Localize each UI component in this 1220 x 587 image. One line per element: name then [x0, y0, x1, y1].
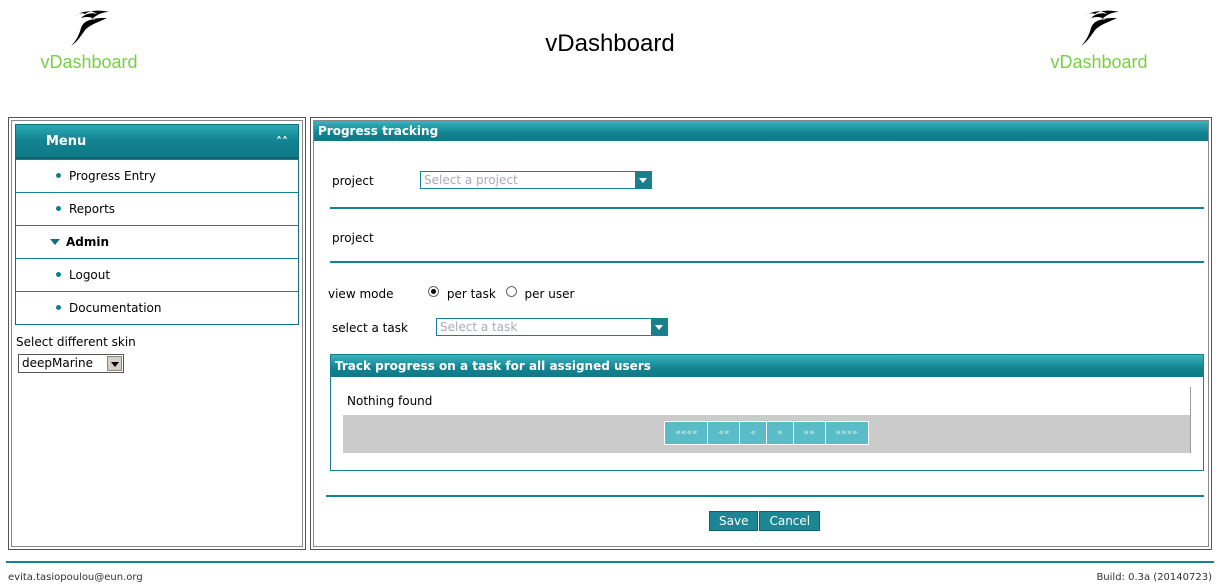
footer-divider [6, 561, 1214, 563]
menu-item-label: Documentation [69, 301, 162, 315]
menu-item-label: Logout [69, 268, 111, 282]
divider [330, 207, 1204, 209]
panel-header: Progress tracking [314, 121, 1208, 141]
project-select-placeholder: Select a project [424, 173, 518, 187]
skin-select[interactable]: deepMarine [18, 354, 124, 373]
view-mode-label: view mode [328, 287, 394, 301]
task-select[interactable]: Select a task [436, 318, 668, 336]
select-task-label: select a task [332, 321, 408, 335]
skin-label: Select different skin [16, 335, 136, 349]
project-label-2: project [332, 231, 374, 245]
menu-item-progress-entry[interactable]: Progress Entry [16, 159, 298, 192]
logo-right: vDashboard [1034, 8, 1164, 73]
menu-header[interactable]: Menu ˄˄ [16, 125, 298, 159]
menu-item-label: Reports [69, 202, 116, 216]
divider [330, 261, 1204, 263]
chevron-down-icon[interactable] [107, 356, 122, 371]
radio-per-task[interactable] [428, 286, 439, 297]
skin-select-value: deepMarine [22, 356, 93, 370]
save-button[interactable]: Save [709, 511, 759, 531]
pager-last-button[interactable]: »»»» [825, 422, 868, 444]
pager-first-button[interactable]: «««« [665, 422, 709, 444]
menu-title: Menu [46, 134, 87, 149]
pager-prev-button[interactable]: « [740, 422, 767, 444]
bullet-icon [56, 272, 61, 277]
menu-item-admin[interactable]: Admin [16, 225, 298, 258]
pager-area: «««« «« « » »» »»»» [343, 415, 1190, 453]
action-buttons: Save Cancel [709, 511, 821, 531]
triangle-down-icon [50, 238, 60, 245]
project-select[interactable]: Select a project [420, 171, 652, 189]
right-panel: Progress tracking project Select a proje… [310, 117, 1212, 550]
track-header: Track progress on a task for all assigne… [331, 355, 1203, 377]
project-label: project [332, 174, 374, 188]
per-user-label: per user [524, 287, 575, 301]
menu: Menu ˄˄ Progress Entry Reports Admin Log… [15, 124, 299, 325]
menu-item-label: Progress Entry [69, 169, 156, 183]
menu-item-reports[interactable]: Reports [16, 192, 298, 225]
left-panel: Menu ˄˄ Progress Entry Reports Admin Log… [8, 117, 306, 550]
radio-per-user[interactable] [505, 286, 517, 297]
track-progress-box: Track progress on a task for all assigne… [330, 354, 1204, 471]
pager-fast-forward-button[interactable]: »» [793, 422, 826, 444]
task-select-placeholder: Select a task [440, 320, 518, 334]
view-mode-options: per task per user [428, 286, 575, 301]
logo-text: vDashboard [1050, 52, 1148, 72]
bird-logo-icon [1081, 10, 1119, 47]
menu-item-documentation[interactable]: Documentation [16, 291, 298, 324]
menu-item-label: Admin [66, 235, 110, 249]
track-table: Nothing found «««« «« « » »» »»»» [343, 387, 1191, 453]
empty-message: Nothing found [343, 387, 1190, 415]
footer-email: evita.tasiopoulou@eun.org [8, 572, 143, 583]
double-chevron-up-icon[interactable]: ˄˄ [276, 125, 288, 159]
per-task-label: per task [446, 287, 496, 301]
divider [326, 495, 1204, 497]
chevron-down-icon[interactable] [635, 172, 651, 188]
footer-build: Build: 0.3a (20140723) [1096, 572, 1212, 583]
pager-next-button[interactable]: » [767, 422, 794, 444]
bullet-icon [56, 206, 61, 211]
bullet-icon [56, 305, 61, 310]
pager-fast-back-button[interactable]: «« [708, 422, 741, 444]
menu-item-logout[interactable]: Logout [16, 258, 298, 291]
bullet-icon [56, 173, 61, 178]
chevron-down-icon[interactable] [651, 319, 667, 335]
pager: «««« «« « » »» »»»» [664, 421, 869, 445]
cancel-button[interactable]: Cancel [759, 511, 821, 531]
